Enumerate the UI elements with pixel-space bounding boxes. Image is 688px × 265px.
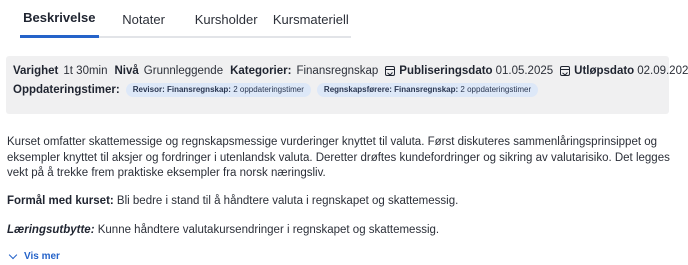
tab-kursholder[interactable]: Kursholder bbox=[189, 0, 264, 38]
course-meta-panel: Varighet 1t 30min Nivå Grunnleggende Kat… bbox=[6, 56, 688, 114]
level-label: Nivå bbox=[114, 65, 139, 77]
update-hours-chip: Revisor: Finansregnskap: 2 oppdateringst… bbox=[125, 83, 311, 97]
outcome-label: Læringsutbytte: bbox=[7, 224, 95, 236]
calendar-x-icon bbox=[560, 66, 571, 76]
purpose-line: Formål med kurset: Bli bedre i stand til… bbox=[7, 194, 458, 210]
level-value: Grunnleggende bbox=[143, 65, 224, 77]
description-paragraph: Kurset omfatter skattemessige og regnska… bbox=[7, 136, 670, 179]
published-label: Publiseringsdato bbox=[399, 65, 493, 77]
duration-label: Varighet bbox=[13, 65, 59, 77]
tab-notater[interactable]: Notater bbox=[113, 0, 175, 38]
show-more-label: Vis mer bbox=[24, 251, 60, 262]
chip-value: 2 oppdateringstimer bbox=[233, 85, 304, 94]
update-hours-label: Oppdateringstimer: bbox=[13, 84, 120, 96]
chip-value: 2 oppdateringstimer bbox=[460, 85, 532, 94]
update-hours-row: Oppdateringstimer: Revisor: Finansregnsk… bbox=[13, 83, 539, 97]
show-more-button[interactable]: Vis mer bbox=[8, 250, 60, 262]
calendar-check-icon bbox=[385, 66, 396, 76]
update-hours-chip: Regnskapsførere: Finansregnskap: 2 oppda… bbox=[316, 83, 539, 97]
tab-beskrivelse[interactable]: Beskrivelse bbox=[20, 0, 99, 38]
purpose-label: Formål med kurset: bbox=[7, 195, 114, 207]
tab-kursmateriell[interactable]: Kursmateriell bbox=[271, 0, 351, 38]
meta-row: Varighet 1t 30min Nivå Grunnleggende Kat… bbox=[13, 65, 688, 77]
published-value: 01.05.2025 bbox=[495, 65, 554, 77]
expiry-label: Utløpsdato bbox=[574, 65, 635, 77]
tab-bar: Beskrivelse Notater Kursholder Kursmater… bbox=[20, 0, 351, 38]
outcome-line: Læringsutbytte: Kunne håndtere valutakur… bbox=[7, 223, 439, 239]
outcome-text: Kunne håndtere valutakursendringer i reg… bbox=[94, 224, 440, 236]
expiry-value: 02.09.2026 bbox=[637, 65, 688, 77]
chip-label: Revisor: Finansregnskap: bbox=[132, 85, 231, 94]
chip-label: Regnskapsførere: Finansregnskap: bbox=[323, 85, 459, 94]
chevron-down-icon bbox=[8, 250, 18, 260]
category-value: Finansregnskap bbox=[296, 65, 379, 77]
course-description: Kurset omfatter skattemessige og regnska… bbox=[7, 135, 677, 236]
duration-value: 1t 30min bbox=[63, 65, 108, 77]
purpose-text: Bli bedre i stand til å håndtere valuta … bbox=[113, 195, 459, 207]
category-label: Kategorier: bbox=[230, 65, 292, 77]
